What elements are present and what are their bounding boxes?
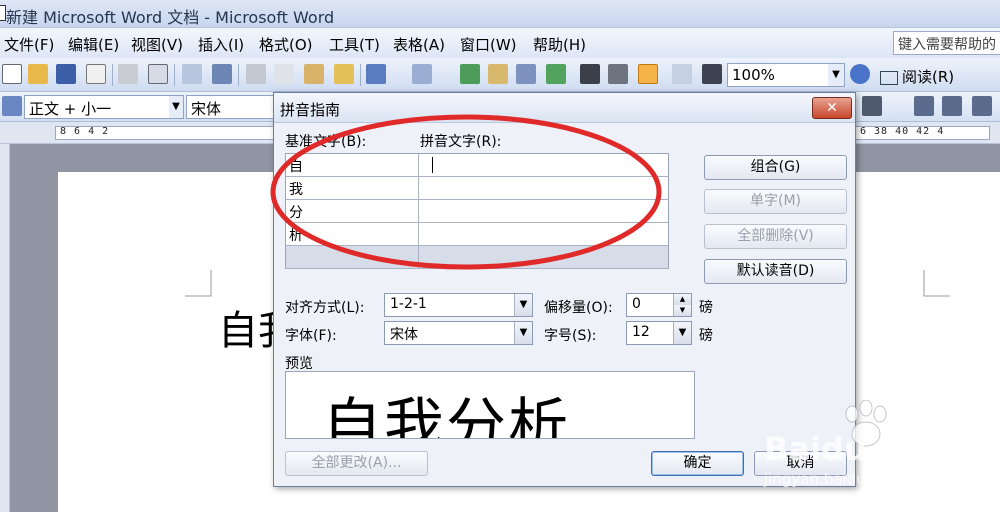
vertical-ruler[interactable] xyxy=(0,144,10,512)
change-all-button[interactable]: 全部更改(A)... xyxy=(285,451,428,476)
ruler-numbers-right: 6 38 40 42 4 xyxy=(860,126,945,137)
font-select[interactable]: 宋体 xyxy=(186,95,276,119)
style-select[interactable]: 正文 + 小一 ▼ xyxy=(24,95,184,119)
columns-icon[interactable] xyxy=(580,64,600,84)
permission-icon[interactable] xyxy=(86,64,106,84)
ruby-size-select[interactable]: 12 ▼ xyxy=(626,321,692,345)
format-painter-icon[interactable] xyxy=(334,64,354,84)
undo-icon[interactable] xyxy=(366,64,386,84)
ruby-font-value: 宋体 xyxy=(390,327,418,343)
ruby-size-value: 12 xyxy=(632,324,650,340)
alignment-select[interactable]: 1-2-1 ▼ xyxy=(384,293,533,317)
decrease-indent-icon[interactable] xyxy=(972,96,992,116)
size-unit: 磅 xyxy=(699,328,713,344)
zoom-select[interactable]: 100% ▼ xyxy=(727,63,845,87)
preview-box: 自我分析 xyxy=(285,371,695,439)
word-title-bar: 新建 Microsoft Word 文档 - Microsoft Word xyxy=(0,0,1000,28)
red-annotation-ellipse xyxy=(270,114,662,270)
copy-icon[interactable] xyxy=(274,64,294,84)
read-label: 阅读(R) xyxy=(902,68,955,86)
menu-file[interactable]: 文件(F) xyxy=(4,34,54,55)
insert-excel-icon[interactable] xyxy=(546,64,566,84)
open-folder-icon[interactable] xyxy=(28,64,48,84)
research-icon[interactable] xyxy=(212,64,232,84)
menu-insert[interactable]: 插入(I) xyxy=(198,34,244,55)
watermark-brand-cn: 经验 xyxy=(892,437,949,470)
baidu-watermark: Baidu 经验 jingyan.baidu.com xyxy=(742,400,992,490)
menu-window[interactable]: 窗口(W) xyxy=(460,34,517,55)
toolbar-separator xyxy=(174,64,175,86)
tables-borders-icon[interactable] xyxy=(488,64,508,84)
chevron-down-icon[interactable]: ▼ xyxy=(514,322,532,344)
chevron-down-icon[interactable]: ▼ xyxy=(828,64,844,86)
combine-button[interactable]: 组合(G) xyxy=(704,155,847,180)
bullets-icon[interactable] xyxy=(942,96,962,116)
document-map-icon[interactable] xyxy=(638,64,658,84)
offset-stepper[interactable]: 0 ▲ ▼ xyxy=(626,293,692,317)
read-button[interactable]: 阅读(R) xyxy=(880,66,954,87)
watermark-url: jingyan.baidu.com xyxy=(764,470,903,488)
menu-format[interactable]: 格式(O) xyxy=(259,34,313,55)
single-char-button[interactable]: 单字(M) xyxy=(704,189,847,214)
ruler-numbers-left: 8 6 4 2 xyxy=(60,126,110,137)
spin-down-icon[interactable]: ▼ xyxy=(673,305,691,316)
cut-icon[interactable] xyxy=(246,64,266,84)
preview-label: 预览 xyxy=(285,356,313,372)
spelling-check-icon[interactable] xyxy=(182,64,202,84)
save-icon[interactable] xyxy=(56,64,76,84)
menu-view[interactable]: 视图(V) xyxy=(131,34,183,55)
size-label: 字号(S): xyxy=(544,328,597,344)
paragraph-mark-icon[interactable] xyxy=(702,64,722,84)
redo-icon[interactable] xyxy=(412,64,432,84)
font-value: 宋体 xyxy=(191,100,222,118)
numbering-icon[interactable] xyxy=(914,96,934,116)
default-reading-button[interactable]: 默认读音(D) xyxy=(704,259,847,284)
menu-edit[interactable]: 编辑(E) xyxy=(68,34,119,55)
menu-tools[interactable]: 工具(T) xyxy=(329,34,380,55)
line-spacing-icon[interactable] xyxy=(862,96,882,116)
spin-up-icon[interactable]: ▲ xyxy=(673,294,691,305)
toolbar-separator xyxy=(238,64,239,86)
zoom-value: 100% xyxy=(732,66,775,84)
font-label: 字体(F): xyxy=(285,328,337,344)
margin-corner-mark xyxy=(185,270,212,297)
offset-unit: 磅 xyxy=(699,300,713,316)
style-value: 正文 + 小一 xyxy=(29,100,112,118)
show-hide-icon[interactable] xyxy=(672,64,692,84)
chevron-down-icon[interactable]: ▼ xyxy=(673,322,691,344)
delete-all-button[interactable]: 全部删除(V) xyxy=(704,224,847,249)
styles-pane-icon[interactable] xyxy=(2,96,22,116)
ok-button[interactable]: 确定 xyxy=(651,451,744,476)
paste-icon[interactable] xyxy=(304,64,324,84)
ruby-font-select[interactable]: 宋体 ▼ xyxy=(384,321,533,345)
standard-toolbar: 100% ▼ 阅读(R) xyxy=(0,58,1000,92)
offset-label: 偏移量(O): xyxy=(544,300,613,316)
menu-bar: 文件(F) 编辑(E) 视图(V) 插入(I) 格式(O) 工具(T) 表格(A… xyxy=(0,28,1000,58)
toolbar-separator xyxy=(112,64,113,86)
close-button[interactable]: ✕ xyxy=(812,97,852,119)
help-search-input[interactable]: 键入需要帮助的 xyxy=(893,31,1000,55)
print-preview-icon[interactable] xyxy=(148,64,168,84)
margin-corner-mark xyxy=(923,270,950,297)
insert-table-icon[interactable] xyxy=(516,64,536,84)
help-icon[interactable] xyxy=(850,64,870,84)
chevron-down-icon[interactable]: ▼ xyxy=(514,294,532,316)
watermark-brand: Baidu xyxy=(764,430,867,468)
new-document-icon[interactable] xyxy=(2,64,22,84)
book-icon xyxy=(880,70,898,85)
alignment-label: 对齐方式(L): xyxy=(285,300,365,316)
window-title: 新建 Microsoft Word 文档 - Microsoft Word xyxy=(6,8,335,27)
hyperlink-icon[interactable] xyxy=(460,64,480,84)
offset-value: 0 xyxy=(632,296,641,312)
toolbar-separator xyxy=(360,64,361,86)
print-icon[interactable] xyxy=(118,64,138,84)
preview-text: 自我分析 xyxy=(322,392,570,439)
chevron-down-icon[interactable]: ▼ xyxy=(169,96,183,118)
drawing-icon[interactable] xyxy=(608,64,628,84)
alignment-value: 1-2-1 xyxy=(390,296,427,312)
document-text[interactable]: 自我 xyxy=(218,298,273,356)
menu-table[interactable]: 表格(A) xyxy=(393,34,445,55)
menu-help[interactable]: 帮助(H) xyxy=(533,34,586,55)
